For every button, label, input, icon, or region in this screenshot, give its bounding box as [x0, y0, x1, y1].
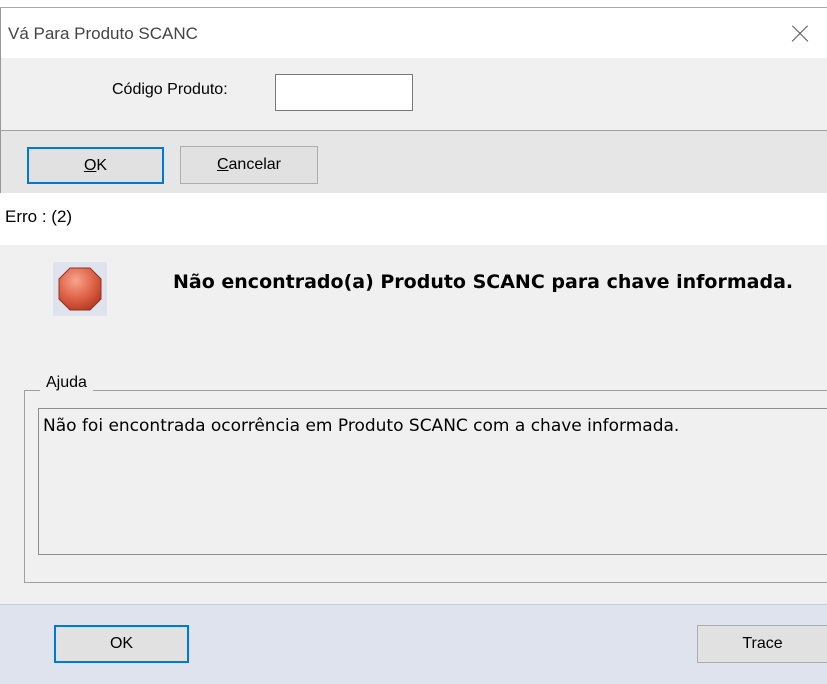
error-message: Não encontrado(a) Produto SCANC para cha…: [173, 271, 794, 293]
product-code-input[interactable]: [275, 74, 413, 111]
cancel-button-rest: ancelar: [228, 156, 282, 173]
ok-button-rest: K: [96, 157, 108, 174]
error-button-bar: OK Trace: [0, 604, 827, 684]
error-dialog: Erro : (2) Não encontrado(a) Produto SCA…: [0, 193, 827, 684]
stop-icon: [53, 262, 107, 316]
dialog-title-bar: Vá Para Produto SCANC: [1, 8, 827, 58]
error-body: Não encontrado(a) Produto SCANC para cha…: [0, 245, 827, 684]
error-title: Erro : (2): [5, 207, 73, 226]
help-text-area[interactable]: Não foi encontrada ocorrência em Produto…: [38, 408, 827, 555]
product-code-label: Código Produto:: [112, 81, 228, 98]
help-legend: Ajuda: [40, 374, 93, 392]
cancel-button[interactable]: Cancelar: [180, 146, 318, 184]
product-code-row: Código Produto:: [1, 58, 827, 130]
trace-button[interactable]: Trace: [697, 625, 827, 663]
close-icon[interactable]: [781, 18, 821, 52]
cancel-button-mnemonic: C: [216, 156, 229, 173]
dialog-button-bar: OK Cancelar: [1, 130, 827, 194]
dialog-title: Vá Para Produto SCANC: [8, 24, 198, 43]
ok-button-mnemonic: O: [83, 157, 97, 174]
ok-button[interactable]: OK: [27, 147, 164, 184]
error-title-bar: Erro : (2): [0, 193, 827, 245]
error-ok-button[interactable]: OK: [54, 625, 189, 663]
go-to-product-dialog: Vá Para Produto SCANC Código Produto: OK…: [0, 7, 827, 194]
